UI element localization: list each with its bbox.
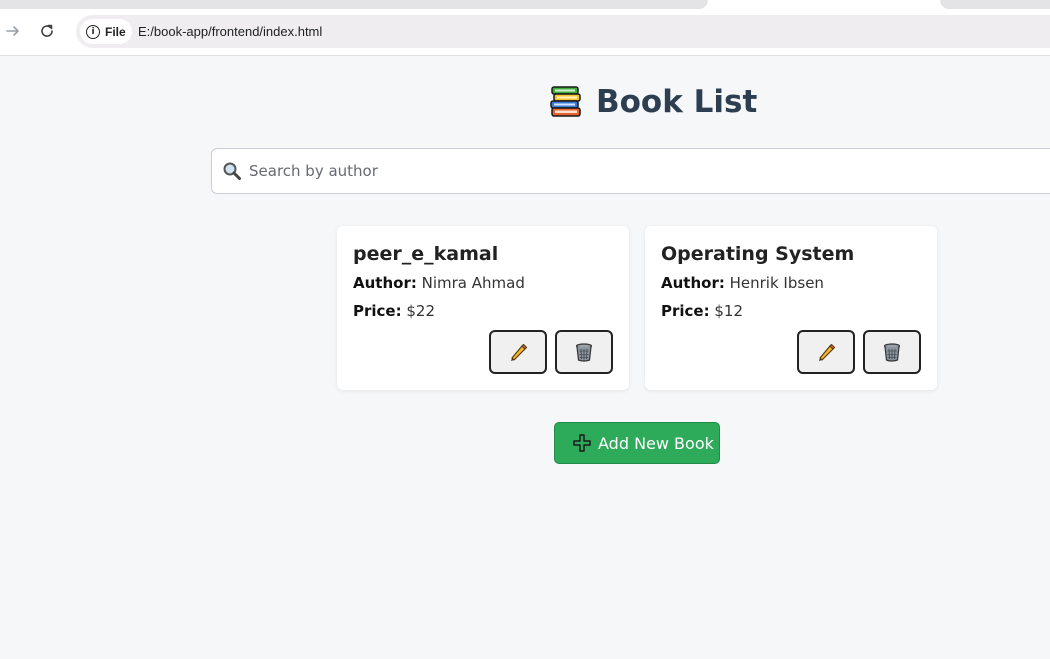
book-price: $22 — [406, 302, 436, 320]
info-icon: i — [86, 24, 100, 39]
search-input[interactable] — [249, 162, 949, 180]
price-label: Price: — [353, 302, 402, 320]
book-price: $12 — [714, 302, 744, 320]
search-icon — [223, 162, 241, 180]
url-text[interactable]: E:/book-app/frontend/index.html — [138, 24, 322, 39]
edit-button[interactable] — [797, 330, 855, 374]
inactive-tab-right[interactable] — [940, 0, 1050, 9]
pencil-icon — [819, 343, 836, 361]
delete-button[interactable] — [863, 330, 921, 374]
book-card: peer_e_kamal Author: Nimra Ahmad Price: … — [337, 226, 629, 390]
browser-chrome: i File E:/book-app/frontend/index.html — [0, 0, 1050, 56]
file-label: File — [105, 24, 126, 39]
trash-icon — [575, 343, 593, 362]
tab-strip — [0, 0, 1050, 9]
search-box[interactable] — [211, 148, 1050, 194]
pencil-icon — [511, 343, 528, 361]
book-card: Operating System Author: Henrik Ibsen Pr… — [645, 226, 937, 390]
book-author-line: Author: Henrik Ibsen — [661, 274, 824, 292]
inactive-tab[interactable] — [0, 0, 708, 9]
reload-icon[interactable] — [38, 22, 56, 40]
trash-icon — [883, 343, 901, 362]
book-author: Henrik Ibsen — [729, 274, 824, 292]
book-author-line: Author: Nimra Ahmad — [353, 274, 525, 292]
delete-button[interactable] — [555, 330, 613, 374]
book-title: Operating System — [661, 243, 855, 265]
price-label: Price: — [661, 302, 710, 320]
add-new-book-label: Add New Book — [598, 433, 714, 453]
author-label: Author: — [661, 274, 725, 292]
book-author: Nimra Ahmad — [421, 274, 525, 292]
page-title: Book List — [549, 82, 757, 122]
author-label: Author: — [353, 274, 417, 292]
add-new-book-button[interactable]: Add New Book — [554, 422, 720, 464]
books-icon — [550, 86, 581, 117]
edit-button[interactable] — [489, 330, 547, 374]
forward-icon[interactable] — [4, 22, 22, 40]
book-title: peer_e_kamal — [353, 243, 499, 265]
book-price-line: Price: $12 — [661, 302, 743, 320]
page-title-text: Book List — [596, 84, 758, 120]
site-info-chip[interactable]: i File — [80, 19, 132, 44]
address-bar[interactable]: i File E:/book-app/frontend/index.html — [76, 15, 1050, 48]
plus-icon — [573, 434, 591, 452]
book-price-line: Price: $22 — [353, 302, 435, 320]
